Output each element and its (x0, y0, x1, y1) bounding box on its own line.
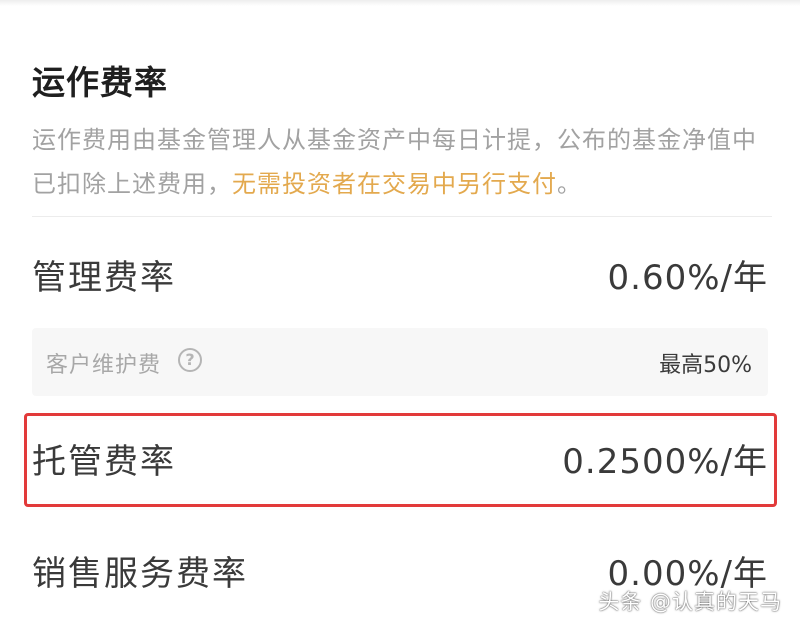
management-fee-row: 管理费率 0.60%/年 (32, 250, 768, 310)
client-maintenance-fee-label: 客户维护费 (46, 353, 162, 378)
section-description: 运作费用由基金管理人从基金资产中每日计提，公布的基金净值中已扣除上述费用，无需投… (32, 118, 772, 206)
client-maintenance-fee-row: 客户维护费 ? 最高50% (32, 328, 768, 396)
help-icon[interactable]: ? (178, 348, 202, 372)
description-end: 。 (557, 170, 582, 198)
section-title: 运作费率 (32, 63, 168, 102)
description-highlight: 无需投资者在交易中另行支付 (232, 170, 557, 198)
watermark: 头条 @认真的天马 (598, 590, 782, 614)
custody-fee-value: 0.2500%/年 (562, 442, 768, 482)
fee-card: 运作费率 运作费用由基金管理人从基金资产中每日计提，公布的基金净值中已扣除上述费… (0, 0, 800, 626)
client-maintenance-fee-value: 最高50% (659, 353, 752, 378)
custody-fee-row: 托管费率 0.2500%/年 (32, 434, 768, 494)
management-fee-value: 0.60%/年 (607, 258, 768, 298)
divider (32, 216, 772, 217)
sales-service-fee-label: 销售服务费率 (32, 554, 248, 594)
custody-fee-label: 托管费率 (32, 442, 176, 482)
top-edge-shadow (0, 0, 800, 6)
management-fee-label: 管理费率 (32, 258, 176, 298)
